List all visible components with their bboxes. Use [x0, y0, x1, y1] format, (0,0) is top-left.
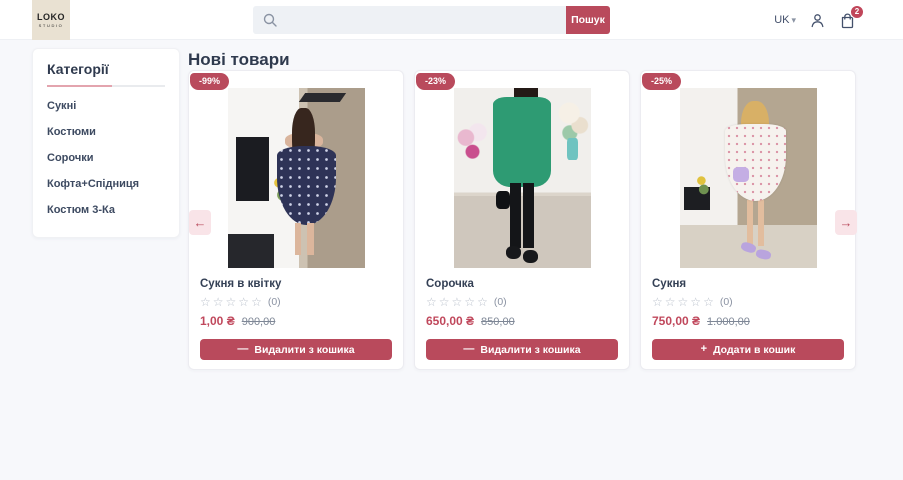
star-icon: ☆ — [426, 295, 437, 309]
star-icon: ☆ — [677, 295, 689, 309]
current-price: 1,00 ₴ — [200, 314, 235, 328]
old-price: 1.000,00 — [707, 316, 750, 328]
new-products-carousel: -99% Сукня в квітку ☆ ☆ ☆ ☆ ☆ (0) 1,00 ₴… — [188, 70, 858, 370]
product-photo[interactable] — [453, 88, 591, 268]
account-button[interactable] — [809, 12, 826, 29]
old-price: 850,00 — [481, 316, 515, 328]
star-icon: ☆ — [451, 295, 463, 309]
product-photo[interactable] — [679, 88, 817, 268]
product-name[interactable]: Сукня — [652, 278, 844, 290]
star-icon: ☆ — [690, 295, 702, 309]
product-name[interactable]: Сорочка — [426, 278, 618, 290]
add-to-cart-button[interactable]: + Додати в кошик — [652, 339, 844, 360]
search-button[interactable]: Пошук — [566, 6, 610, 34]
star-icon: ☆ — [703, 295, 714, 309]
logo-subtext: STUDIO — [38, 23, 64, 28]
rating-count: (0) — [267, 296, 281, 308]
rating-count: (0) — [719, 296, 733, 308]
chevron-down-icon: ▾ — [791, 14, 796, 25]
cart-count-badge: 2 — [850, 4, 864, 19]
star-icon: ☆ — [664, 295, 676, 309]
product-card: -99% Сукня в квітку ☆ ☆ ☆ ☆ ☆ (0) 1,00 ₴… — [188, 70, 404, 370]
search-form: Пошук — [253, 6, 610, 34]
categories-title: Категорії — [47, 61, 109, 77]
button-label: Видалити з кошика — [480, 343, 581, 356]
rating: ☆ ☆ ☆ ☆ ☆ (0) — [652, 296, 844, 308]
title-underline — [47, 85, 165, 87]
prices: 750,00 ₴ 1.000,00 — [652, 314, 844, 328]
star-icon: ☆ — [438, 295, 450, 309]
current-price: 650,00 ₴ — [426, 314, 475, 328]
minus-icon: — — [237, 343, 249, 355]
user-icon — [811, 13, 824, 27]
prices: 1,00 ₴ 900,00 — [200, 314, 392, 328]
page-title: Нові товари — [188, 50, 290, 69]
language-selector[interactable]: UK ▾ — [774, 14, 796, 26]
carousel-prev-button[interactable]: ← — [189, 210, 211, 235]
star-icon: ☆ — [477, 295, 488, 309]
minus-icon: — — [463, 343, 475, 355]
arrow-right-icon: → — [839, 215, 853, 230]
header: LOKO STUDIO Пошук UK ▾ 2 — [0, 0, 903, 40]
header-controls: UK ▾ 2 — [774, 0, 864, 40]
product-card: -23% Сорочка ☆ ☆ ☆ ☆ ☆ (0) 650,00 ₴ 850,… — [414, 70, 630, 370]
button-label: Видалити з кошика — [254, 343, 355, 356]
plus-icon: + — [700, 343, 708, 355]
discount-badge: -23% — [416, 73, 456, 90]
logo[interactable]: LOKO STUDIO — [32, 0, 70, 40]
discount-badge: -25% — [642, 73, 682, 90]
star-icon: ☆ — [238, 295, 250, 309]
sidebar-item-suit-3pc[interactable]: Костюм 3-Ка — [47, 197, 165, 223]
remove-from-cart-button[interactable]: — Видалити з кошика — [200, 339, 392, 360]
button-label: Додати в кошик — [713, 343, 796, 356]
sidebar-item-suits[interactable]: Костюми — [47, 119, 165, 145]
remove-from-cart-button[interactable]: — Видалити з кошика — [426, 339, 618, 360]
old-price: 900,00 — [241, 316, 276, 328]
current-price: 750,00 ₴ — [652, 314, 701, 328]
language-label: UK — [774, 14, 790, 26]
product-name[interactable]: Сукня в квітку — [200, 278, 392, 290]
star-icon: ☆ — [200, 295, 211, 309]
categories-panel: Категорії Сукні Костюми Сорочки Кофта+Сп… — [32, 48, 180, 238]
star-icon: ☆ — [212, 295, 224, 309]
sidebar-item-dresses[interactable]: Сукні — [47, 93, 165, 119]
search-icon — [263, 13, 277, 27]
discount-badge: -99% — [190, 73, 230, 90]
star-icon: ☆ — [464, 295, 476, 309]
product-card: -25% Сукня ☆ ☆ ☆ ☆ ☆ (0) 750,00 ₴ 1.000,… — [640, 70, 856, 370]
star-icon: ☆ — [652, 295, 663, 309]
carousel-next-button[interactable]: → — [835, 210, 857, 235]
star-icon: ☆ — [225, 295, 237, 309]
product-photo[interactable] — [227, 88, 365, 268]
sidebar-item-shirts[interactable]: Сорочки — [47, 145, 165, 171]
cart-button[interactable]: 2 — [839, 4, 864, 29]
sidebar-item-sweater-skirt[interactable]: Кофта+Спідниця — [47, 171, 165, 197]
logo-text: LOKO — [37, 12, 65, 22]
rating: ☆ ☆ ☆ ☆ ☆ (0) — [200, 296, 392, 308]
search-input[interactable] — [253, 6, 566, 34]
rating-count: (0) — [493, 296, 507, 308]
arrow-left-icon: ← — [193, 215, 207, 230]
prices: 650,00 ₴ 850,00 — [426, 314, 618, 328]
rating: ☆ ☆ ☆ ☆ ☆ (0) — [426, 296, 618, 308]
star-icon: ☆ — [251, 295, 262, 309]
